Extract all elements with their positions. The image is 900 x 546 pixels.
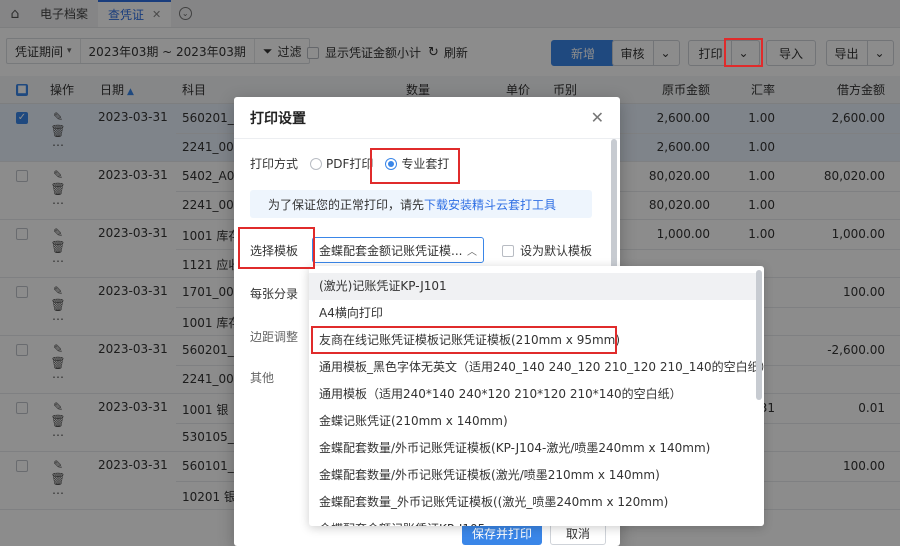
template-option[interactable]: 通用模板_黑色字体无英文（适用240_140 240_120 210_120 2…: [309, 354, 764, 381]
cancel-label: 取消: [565, 526, 590, 541]
dialog-header: 打印设置 ✕: [234, 97, 620, 139]
template-dropdown: (激光)记账凭证KP-J101 A4横向打印 友商在线记账凭证模板记账凭证模板(21…: [309, 266, 764, 526]
print-mode-label: 打印方式: [250, 157, 299, 171]
entries-label: 每张分录: [250, 287, 299, 301]
dialog-title: 打印设置: [250, 110, 306, 127]
radio-pdf[interactable]: [310, 157, 322, 170]
template-option[interactable]: 金蝶配套金额记账凭证KP-J105: [309, 516, 756, 526]
notice-text: 为了保证您的正常打印，请先: [268, 197, 425, 212]
other-row: 其他: [250, 369, 310, 386]
template-option[interactable]: (激光)记账凭证KP-J101: [309, 273, 756, 300]
mode-pdf-label: PDF打印: [326, 157, 374, 171]
dialog-scrollbar[interactable]: [611, 139, 617, 279]
template-label: 选择模板: [250, 244, 299, 258]
template-select[interactable]: 金蝶配套金额记账凭证模... ︿: [312, 237, 484, 263]
radio-pro[interactable]: [385, 157, 398, 170]
template-option[interactable]: 友商在线记账凭证模板记账凭证模板(210mm x 95mm): [309, 327, 756, 354]
save-print-label: 保存并打印: [471, 526, 532, 541]
set-default-checkbox[interactable]: [502, 244, 514, 257]
template-row-label: 选择模板: [250, 242, 310, 259]
install-notice: 为了保证您的正常打印，请先 下载安装精斗云套打工具: [250, 190, 592, 218]
template-option[interactable]: A4横向打印: [309, 300, 756, 327]
dropdown-scrollbar[interactable]: [756, 270, 762, 400]
entries-row: 每张分录: [250, 285, 310, 302]
margin-row: 边距调整: [250, 328, 310, 345]
template-option[interactable]: 金蝶配套数量_外币记账凭证模板((激光_喷墨240mm x 120mm): [309, 489, 756, 516]
set-default-toggle[interactable]: 设为默认模板: [502, 242, 592, 259]
margin-label: 边距调整: [250, 330, 299, 344]
mode-pdf-option[interactable]: PDF打印: [310, 155, 373, 172]
template-option[interactable]: 金蝶配套数量/外币记账凭证模板(KP-J104-激光/喷墨240mm x 140…: [309, 435, 756, 462]
set-default-label: 设为默认模板: [520, 244, 593, 258]
template-option[interactable]: 金蝶记账凭证(210mm x 140mm): [309, 408, 756, 435]
close-icon[interactable]: ✕: [591, 108, 604, 127]
chevron-up-icon: ︿: [467, 246, 477, 258]
print-mode-row: 打印方式 PDF打印 专业套打: [250, 155, 449, 172]
mode-pro-option[interactable]: 专业套打: [385, 155, 449, 172]
template-option[interactable]: 金蝶配套数量/外币记账凭证模板(激光/喷墨210mm x 140mm): [309, 462, 756, 489]
download-tool-link[interactable]: 下载安装精斗云套打工具: [424, 196, 556, 213]
mode-pro-label: 专业套打: [401, 157, 450, 171]
template-option[interactable]: 通用模板（适用240*140 240*120 210*120 210*140的空…: [309, 381, 756, 408]
other-label: 其他: [250, 371, 275, 385]
template-select-value: 金蝶配套金额记账凭证模...: [319, 243, 463, 258]
